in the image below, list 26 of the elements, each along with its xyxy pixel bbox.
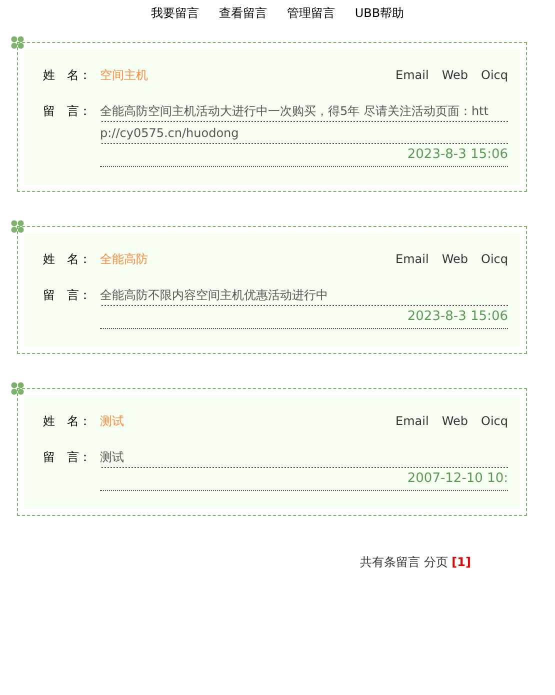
post-time: 2023-8-3 15:06 [100, 144, 508, 167]
contact-link[interactable]: Email [396, 64, 429, 86]
contact-link[interactable]: Oicq [481, 410, 508, 432]
nav-link[interactable]: 我要留言 [150, 5, 199, 24]
contact-link[interactable]: Web [442, 248, 468, 270]
author-name: 空间主机 [100, 67, 149, 84]
message-label: 留 言： [43, 287, 92, 304]
nav-link[interactable]: UBB帮助 [354, 5, 404, 24]
name-label: 姓 名： [43, 413, 92, 430]
nav-link[interactable]: 查看留言 [218, 5, 267, 24]
author-name: 全能高防 [100, 251, 149, 268]
name-label: 姓 名： [43, 67, 92, 84]
pagination-text: 共有条留言 分页 [1] [360, 555, 471, 569]
contact-link[interactable]: Email [396, 248, 429, 270]
post-time: 2023-8-3 15:06 [100, 306, 508, 329]
message-label: 留 言： [43, 103, 92, 120]
contact-link[interactable]: Web [442, 410, 468, 432]
message-label: 留 言： [43, 449, 92, 466]
author-name: 测试 [100, 413, 125, 430]
contact-link[interactable]: Web [442, 64, 468, 86]
nav-link[interactable]: 管理留言 [286, 5, 335, 24]
contact-link[interactable]: Oicq [481, 64, 508, 86]
post-time: 2007-12-10 10: [100, 468, 508, 491]
name-label: 姓 名： [43, 251, 92, 268]
contact-link[interactable]: Email [396, 410, 429, 432]
contact-link[interactable]: Oicq [481, 248, 508, 270]
